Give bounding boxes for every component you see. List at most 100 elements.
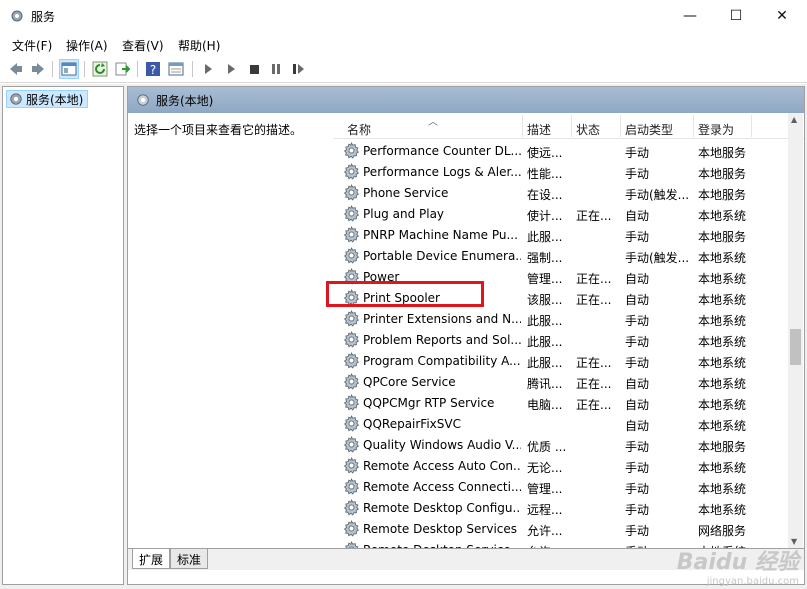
table-row[interactable]: QQPCMgr RTP Service 电脑... 正在... 自动 本地系统 xyxy=(333,392,788,413)
table-row[interactable]: Problem Reports and Sol... 此服... 手动 本地系统 xyxy=(333,329,788,350)
properties-icon[interactable] xyxy=(166,59,186,79)
service-description: 使远... xyxy=(527,146,563,160)
service-gear-icon xyxy=(343,457,360,474)
table-row[interactable]: Remote Desktop Services 允许... 手动 网络服务 xyxy=(333,518,788,539)
service-logon-as: 本地系统 xyxy=(698,314,747,328)
service-description: 此服... xyxy=(527,314,563,328)
service-description: 性能... xyxy=(527,167,563,181)
table-row[interactable]: Remote Access Auto Con... 无论... 手动 本地系统 xyxy=(333,455,788,476)
table-row[interactable]: PNRP Machine Name Pu... 此服... 手动 本地服务 xyxy=(333,224,788,245)
service-logon-as: 网络服务 xyxy=(698,524,747,538)
service-logon-as: 本地系统 xyxy=(698,209,747,223)
description-area: 选择一个项目来查看它的描述。 xyxy=(128,113,333,543)
table-row[interactable]: Printer Extensions and N... 此服... 手动 本地系统 xyxy=(333,308,788,329)
service-startup-type: 手动(触发... xyxy=(625,251,690,265)
watermark: Baidu 经验 jingyan.baidu.com xyxy=(677,544,799,587)
scroll-up-icon[interactable]: ▲ xyxy=(791,115,797,124)
column-name[interactable]: 名称 xyxy=(347,121,371,138)
restart-icon[interactable] xyxy=(288,59,308,79)
service-gear-icon xyxy=(343,499,360,516)
table-row[interactable]: Plug and Play 使计... 正在... 自动 本地系统 xyxy=(333,203,788,224)
service-logon-as: 本地服务 xyxy=(698,146,747,160)
service-startup-type: 手动 xyxy=(625,167,650,181)
column-description[interactable]: 描述 xyxy=(527,121,551,138)
menu-view[interactable]: 查看(V) xyxy=(122,37,164,54)
menu-file[interactable]: 文件(F) xyxy=(12,37,52,54)
table-row[interactable]: Quality Windows Audio V... 优质 ... 手动 本地服务 xyxy=(333,434,788,455)
service-name: Remote Desktop Configu... xyxy=(363,501,521,515)
services-pane: 服务(本地) 选择一个项目来查看它的描述。 ︿ 名称 描述 状态 启动类型 登录… xyxy=(127,86,805,585)
service-description: 管理... xyxy=(527,482,563,496)
sort-ascending-icon: ︿ xyxy=(428,117,438,128)
service-description: 允许... xyxy=(527,524,563,538)
close-button[interactable]: ✕ xyxy=(759,0,805,32)
refresh-icon[interactable] xyxy=(90,59,110,79)
service-gear-icon xyxy=(343,373,360,390)
service-description: 强制... xyxy=(527,251,563,265)
service-description: 该服... xyxy=(527,293,563,307)
service-name: Portable Device Enumera... xyxy=(363,249,521,263)
service-gear-icon xyxy=(343,352,360,369)
start-icon[interactable] xyxy=(198,59,218,79)
service-logon-as: 本地服务 xyxy=(698,188,747,202)
service-startup-type: 自动 xyxy=(625,377,650,391)
table-row[interactable]: Performance Counter DL... 使远... 手动 本地服务 xyxy=(333,140,788,161)
maximize-button[interactable]: ☐ xyxy=(713,0,759,32)
tree-item-services-local[interactable]: 服务(本地) xyxy=(6,90,88,108)
table-row[interactable]: QQRepairFixSVC 自动 本地系统 xyxy=(333,413,788,434)
tab-standard[interactable]: 标准 xyxy=(170,549,209,569)
watermark-url: jingyan.baidu.com xyxy=(706,576,799,587)
service-description: 管理... xyxy=(527,272,563,286)
service-startup-type: 手动 xyxy=(625,524,650,538)
table-row[interactable]: Portable Device Enumera... 强制... 手动(触发... 本… xyxy=(333,245,788,266)
menu-action[interactable]: 操作(A) xyxy=(66,37,108,54)
table-row[interactable]: Remote Access Connecti... 管理... 手动 本地系统 xyxy=(333,476,788,497)
service-startup-type: 手动 xyxy=(625,440,650,454)
table-row[interactable]: Remote Desktop Configu... 远程... 手动 本地系统 xyxy=(333,497,788,518)
column-startup-type[interactable]: 启动类型 xyxy=(625,121,673,138)
service-status: 正在... xyxy=(576,209,612,223)
menu-help[interactable]: 帮助(H) xyxy=(178,37,220,54)
service-description: 腾讯... xyxy=(527,377,563,391)
vertical-scrollbar[interactable]: ▲ ▼ xyxy=(788,113,803,548)
table-row[interactable]: Phone Service 在设... 手动(触发... 本地服务 xyxy=(333,182,788,203)
service-name: Problem Reports and Sol... xyxy=(363,333,521,347)
table-row[interactable]: Program Compatibility A... 此服... 正在... 手动 本地… xyxy=(333,350,788,371)
service-name: Printer Extensions and N... xyxy=(363,312,521,326)
service-startup-type: 自动 xyxy=(625,293,650,307)
console-tree-icon[interactable] xyxy=(59,59,79,79)
service-startup-type: 手动 xyxy=(625,335,650,349)
column-logon-as[interactable]: 登录为 xyxy=(698,121,734,138)
service-status: 正在... xyxy=(576,293,612,307)
service-startup-type: 手动 xyxy=(625,482,650,496)
service-gear-icon xyxy=(343,436,360,453)
help-icon[interactable]: ? xyxy=(143,59,163,79)
tab-extended[interactable]: 扩展 xyxy=(132,549,171,569)
start-alt-icon[interactable] xyxy=(221,59,241,79)
stop-icon[interactable] xyxy=(244,59,264,79)
service-description: 无论... xyxy=(527,461,563,475)
table-row[interactable]: Performance Logs & Aler... 性能... 手动 本地服务 xyxy=(333,161,788,182)
export-icon[interactable] xyxy=(112,59,132,79)
minimize-button[interactable]: — xyxy=(667,0,713,32)
service-status: 正在... xyxy=(576,356,612,370)
console-tree: 服务(本地) xyxy=(2,86,124,585)
service-name: Remote Desktop Services xyxy=(363,522,518,536)
service-description: 优质 ... xyxy=(527,440,567,454)
scroll-thumb[interactable] xyxy=(790,329,801,365)
forward-icon[interactable] xyxy=(28,59,48,79)
tree-item-label: 服务(本地) xyxy=(26,92,84,107)
service-description: 此服... xyxy=(527,335,563,349)
column-status[interactable]: 状态 xyxy=(576,121,600,138)
service-gear-icon xyxy=(343,310,360,327)
service-gear-icon xyxy=(343,247,360,264)
column-header: ︿ 名称 描述 状态 启动类型 登录为 xyxy=(333,113,804,139)
gear-icon xyxy=(10,93,22,105)
service-startup-type: 手动 xyxy=(625,230,650,244)
pause-icon[interactable] xyxy=(266,59,286,79)
service-name: Performance Counter DL... xyxy=(363,144,521,158)
gear-icon xyxy=(137,94,149,106)
back-icon[interactable] xyxy=(6,59,26,79)
service-name: Program Compatibility A... xyxy=(363,354,521,368)
table-row[interactable]: QPCore Service 腾讯... 正在... 自动 本地系统 xyxy=(333,371,788,392)
